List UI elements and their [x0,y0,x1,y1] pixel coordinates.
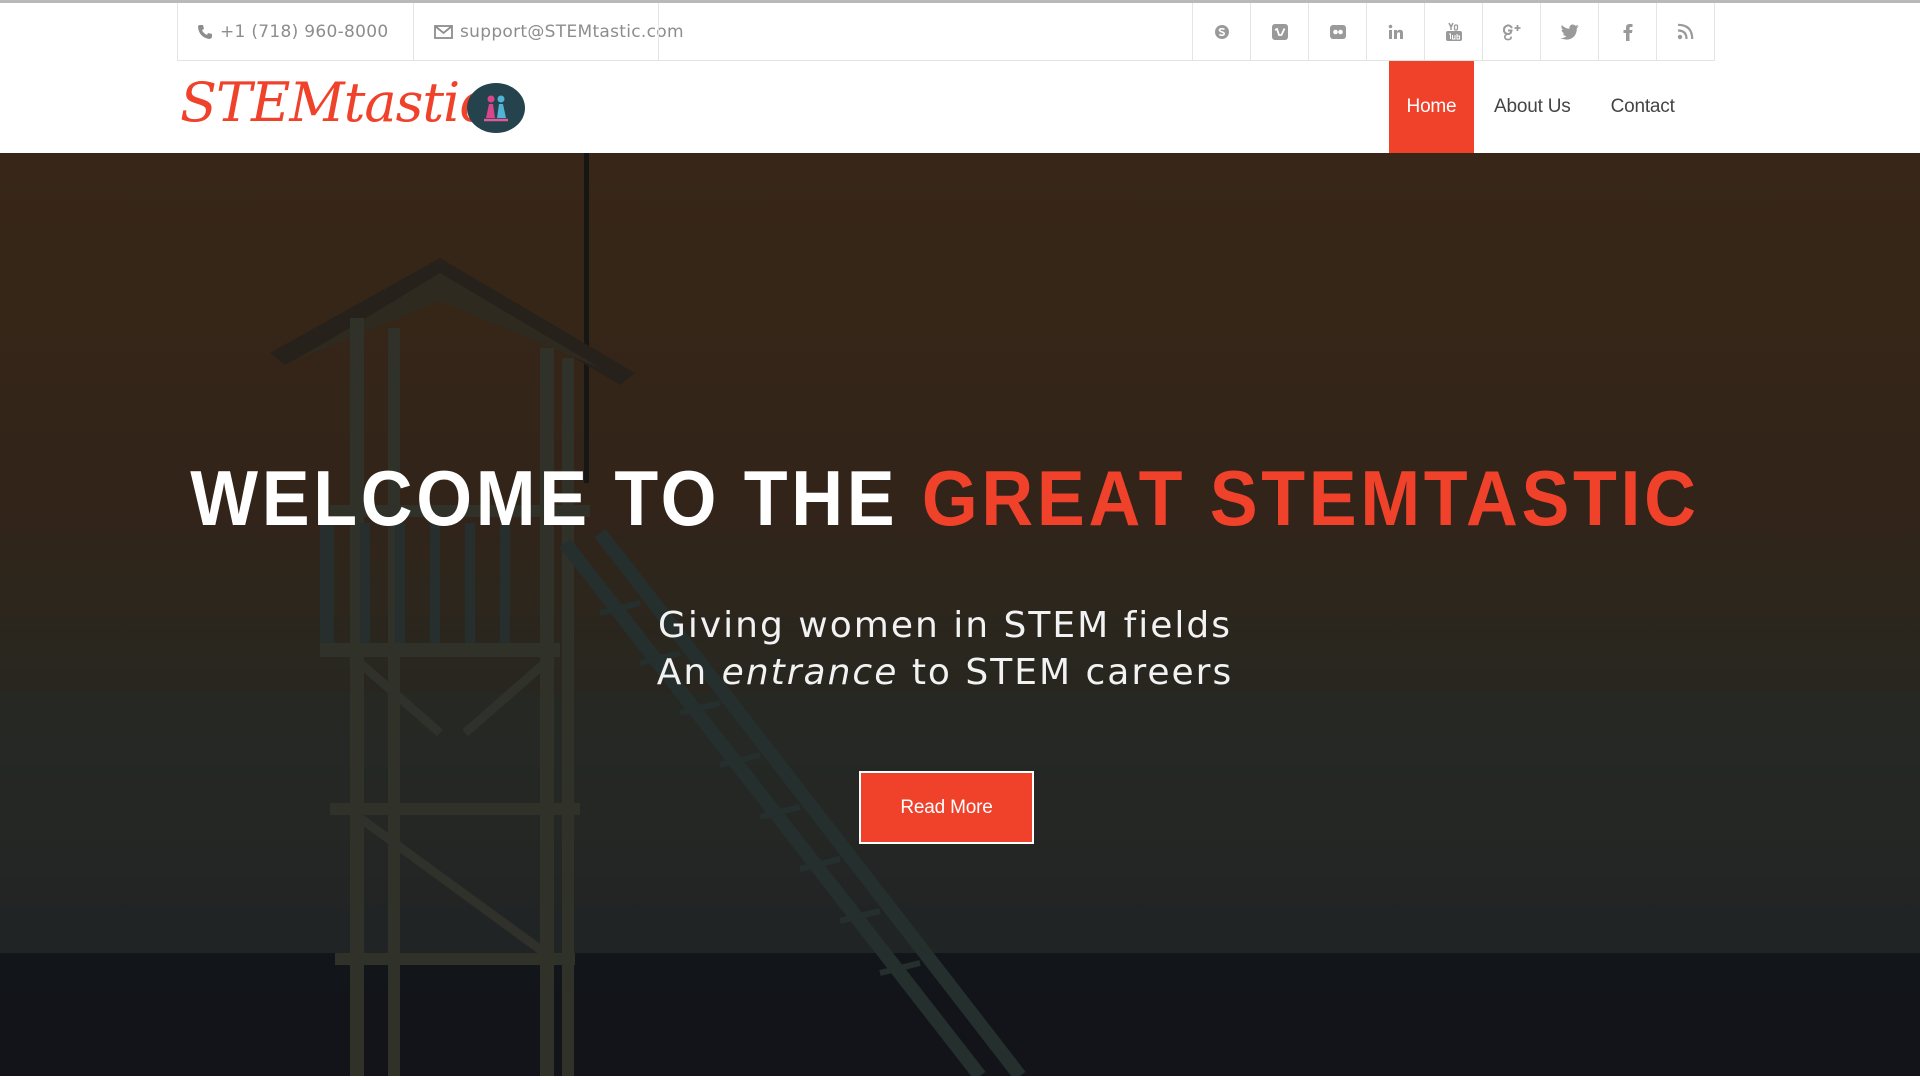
email-address: support@STEMtastic.com [460,21,684,42]
facebook-icon[interactable] [1598,3,1656,60]
hero-subtitle-line-1: Giving women in STEM fields [657,605,1233,646]
linkedin-icon[interactable] [1366,3,1424,60]
nav-about-us[interactable]: About Us [1474,61,1591,153]
youtube-icon[interactable] [1424,3,1482,60]
logo-wordmark[interactable]: STEMtastic [180,71,490,134]
hero-subtitle-emphasis: entrance [721,652,899,693]
envelope-icon [434,24,453,39]
google-plus-icon[interactable] [1482,3,1540,60]
hero-title-white: WELCOME TO THE [190,454,922,542]
phone-icon [198,24,212,39]
hero-banner: WELCOME TO THE GREAT STEMTASTIC Giving w… [0,153,1920,1076]
hero-title-accent: GREAT STEMTASTIC [921,454,1700,542]
nav-contact[interactable]: Contact [1591,61,1695,153]
main-nav: Home About Us Contact [1389,61,1695,153]
phone-contact[interactable]: +1 (718) 960-8000 [197,3,389,60]
hero-subtitle-pre: An [656,652,722,693]
contact-divider [658,3,659,60]
phone-number: +1 (718) 960-8000 [220,21,389,42]
logo-badge-icon[interactable] [467,83,525,133]
twitter-icon[interactable] [1540,3,1598,60]
hero-title: WELCOME TO THE GREAT STEMTASTIC [76,453,1815,544]
hero-subtitle-line-2: An entrance to STEM careers [0,652,1890,693]
nav-home[interactable]: Home [1389,61,1474,153]
top-bar: +1 (718) 960-8000 support@STEMtastic.com [177,3,1715,61]
read-more-button[interactable]: Read More [859,771,1034,844]
site-header: STEMtastic Home About Us Contact [0,61,1920,153]
flickr-icon[interactable] [1308,3,1366,60]
rss-icon[interactable] [1656,3,1714,60]
vimeo-icon[interactable] [1250,3,1308,60]
social-links [1192,3,1714,60]
hero-subtitle-post: to STEM careers [898,652,1234,693]
skype-icon[interactable] [1192,3,1250,60]
email-contact[interactable]: support@STEMtastic.com [413,3,684,60]
